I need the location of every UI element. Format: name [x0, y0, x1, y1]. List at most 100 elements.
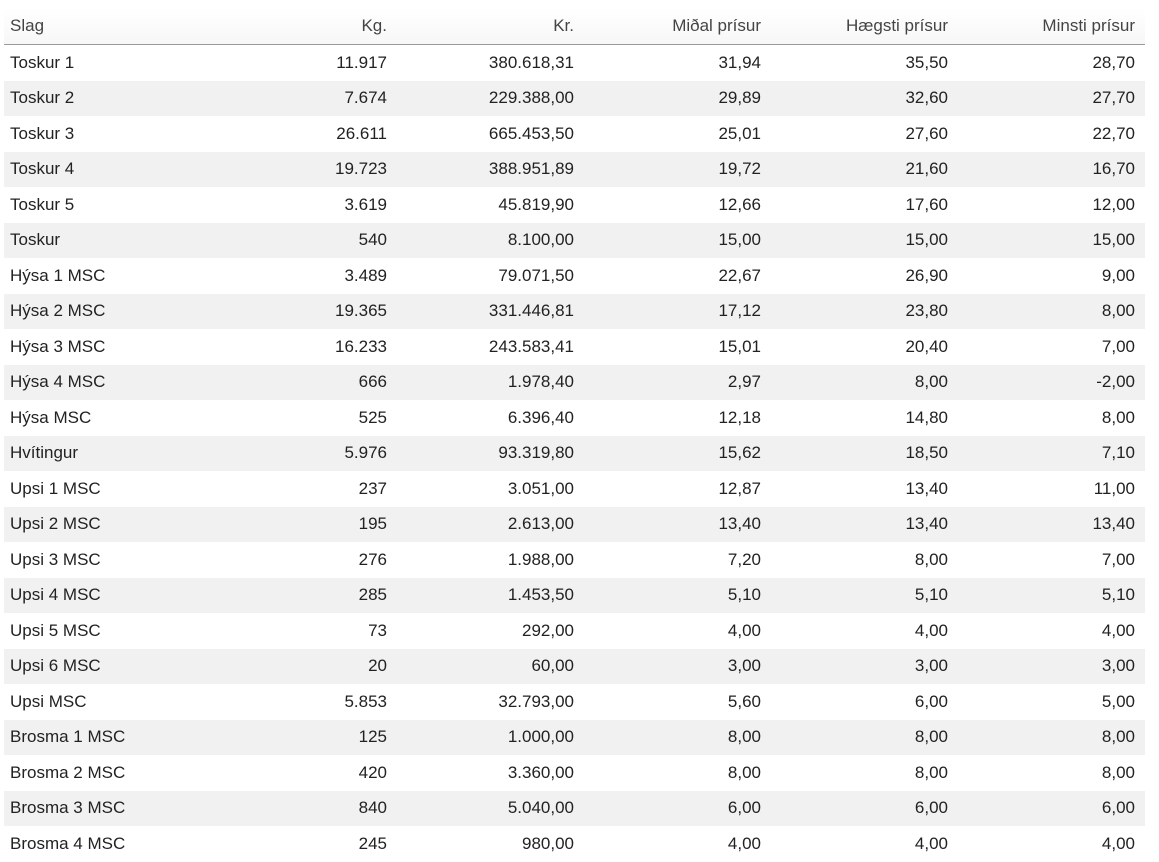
column-header-min-price[interactable]: Minsti prísur	[958, 8, 1145, 45]
cell-kg: 276	[358, 549, 387, 569]
table-row[interactable]: Upsi 6 MSC 20 60,00 3,00 3,00 3,00	[4, 648, 1145, 684]
table-row[interactable]: Toskur 540 8.100,00 15,00 15,00 15,00	[4, 222, 1145, 258]
cell-kr: 665.453,50	[488, 123, 574, 143]
table-row[interactable]: Toskur 2 7.674 229.388,00 29,89 32,60 27,70	[4, 80, 1145, 116]
cell-max-price: 8,00	[771, 719, 958, 755]
table-row[interactable]: Upsi MSC 5.853 32.793,00 5,60 6,00 5,00	[4, 684, 1145, 720]
cell-kg: 3.619	[344, 194, 387, 214]
cell-kg: 19.723	[210, 151, 397, 187]
cell-max-price: 6,00	[914, 691, 948, 711]
cell-kg: 16.233	[335, 336, 387, 356]
cell-kr: 5.040,00	[397, 790, 584, 826]
cell-kg: 20	[210, 648, 397, 684]
cell-kg: 666	[210, 364, 397, 400]
cell-kr: 2.613,00	[397, 506, 584, 542]
table-row[interactable]: Hýsa MSC 525 6.396,40 12,18 14,80 8,00	[4, 400, 1145, 436]
cell-min-price: 8,00	[958, 719, 1145, 755]
table-row[interactable]: Hýsa 3 MSC 16.233 243.583,41 15,01 20,40 7,00	[4, 329, 1145, 365]
table-row[interactable]: Upsi 5 MSC 73 292,00 4,00 4,00 4,00	[4, 613, 1145, 649]
cell-avg-price: 5,10	[584, 577, 771, 613]
column-header-slag[interactable]: Slag	[4, 8, 210, 45]
cell-slag: Hýsa 1 MSC	[10, 265, 106, 285]
cell-max-price: 35,50	[905, 52, 948, 72]
table-row[interactable]: Brosma 1 MSC 125 1.000,00 8,00 8,00 8,00	[4, 719, 1145, 755]
cell-avg-price: 12,18	[718, 407, 761, 427]
table-row[interactable]: Toskur 3 26.611 665.453,50 25,01 27,60 22,70	[4, 116, 1145, 152]
table-row[interactable]: Brosma 3 MSC 840 5.040,00 6,00 6,00 6,00	[4, 790, 1145, 826]
cell-avg-price: 12,66	[718, 194, 761, 214]
cell-min-price: 8,00	[958, 293, 1145, 329]
cell-slag: Toskur 2	[4, 80, 210, 116]
cell-min-price: 9,00	[1101, 265, 1135, 285]
table-row[interactable]: Hvítingur 5.976 93.319,80 15,62 18,50 7,10	[4, 435, 1145, 471]
cell-min-price: 15,00	[958, 222, 1145, 258]
cell-avg-price: 17,12	[584, 293, 771, 329]
table-row[interactable]: Toskur 1 11.917 380.618,31 31,94 35,50 28,70	[4, 45, 1145, 81]
cell-kr: 1.988,00	[507, 549, 574, 569]
cell-min-price: 28,70	[1092, 52, 1135, 72]
cell-min-price: 12,00	[1092, 194, 1135, 214]
cell-avg-price: 15,62	[584, 435, 771, 471]
cell-kr: 3.360,00	[507, 762, 574, 782]
column-header-avg-price[interactable]: Miðal prísur	[584, 8, 771, 45]
cell-slag: Hvítingur	[4, 435, 210, 471]
cell-max-price: 4,00	[914, 620, 948, 640]
table-row[interactable]: Brosma 2 MSC 420 3.360,00 8,00 8,00 8,00	[4, 755, 1145, 791]
cell-avg-price: 29,89	[584, 80, 771, 116]
cell-kg: 237	[358, 478, 387, 498]
cell-avg-price: 6,00	[584, 790, 771, 826]
cell-slag: Toskur	[4, 222, 210, 258]
table-row[interactable]: Brosma 4 MSC 245 980,00 4,00 4,00 4,00	[4, 826, 1145, 862]
cell-avg-price: 15,01	[718, 336, 761, 356]
cell-kg: 245	[358, 833, 387, 853]
column-header-max-price[interactable]: Hægsti prísur	[771, 8, 958, 45]
cell-kr: 388.951,89	[397, 151, 584, 187]
cell-slag: Upsi 4 MSC	[4, 577, 210, 613]
cell-min-price: 11,00	[1093, 478, 1135, 498]
cell-max-price: 13,40	[905, 478, 948, 498]
cell-min-price: 6,00	[958, 790, 1145, 826]
cell-min-price: 4,00	[1101, 620, 1135, 640]
table-row[interactable]: Upsi 3 MSC 276 1.988,00 7,20 8,00 7,00	[4, 542, 1145, 578]
cell-max-price: 3,00	[771, 648, 958, 684]
cell-max-price: 8,00	[914, 549, 948, 569]
cell-kr: 79.071,50	[498, 265, 574, 285]
cell-kr: 292,00	[522, 620, 574, 640]
cell-max-price: 20,40	[905, 336, 948, 356]
cell-avg-price: 7,20	[727, 549, 761, 569]
cell-kg: 5.976	[210, 435, 397, 471]
table-row[interactable]: Hýsa 4 MSC 666 1.978,40 2,97 8,00 -2,00	[4, 364, 1145, 400]
cell-slag: Hýsa 2 MSC	[4, 293, 210, 329]
table-row[interactable]: Upsi 2 MSC 195 2.613,00 13,40 13,40 13,40	[4, 506, 1145, 542]
table-body: Toskur 1 11.917 380.618,31 31,94 35,50 28,70 T…	[4, 45, 1145, 862]
cell-max-price: 26,90	[905, 265, 948, 285]
column-header-kg[interactable]: Kg.	[210, 8, 397, 45]
table-row[interactable]: Upsi 1 MSC 237 3.051,00 12,87 13,40 11,00	[4, 471, 1145, 507]
table-row[interactable]: Toskur 5 3.619 45.819,90 12,66 17,60 12,00	[4, 187, 1145, 223]
cell-slag: Hýsa 3 MSC	[10, 336, 106, 356]
column-header-kr[interactable]: Kr.	[397, 8, 584, 45]
cell-slag: Brosma 4 MSC	[10, 833, 126, 853]
cell-avg-price: 31,94	[718, 52, 761, 72]
cell-slag: Brosma 1 MSC	[4, 719, 210, 755]
cell-max-price: 14,80	[905, 407, 948, 427]
cell-slag: Upsi MSC	[10, 691, 87, 711]
cell-kg: 840	[210, 790, 397, 826]
cell-min-price: 22,70	[1092, 123, 1135, 143]
cell-kr: 32.793,00	[498, 691, 574, 711]
cell-slag: Toskur 3	[10, 123, 75, 143]
table-row[interactable]: Toskur 4 19.723 388.951,89 19,72 21,60 16,70	[4, 151, 1145, 187]
cell-slag: Toskur 5	[10, 194, 75, 214]
cell-min-price: 7,00	[1101, 336, 1135, 356]
cell-slag: Toskur 1	[10, 52, 75, 72]
cell-kg: 525	[358, 407, 387, 427]
cell-min-price: 5,10	[958, 577, 1145, 613]
cell-avg-price: 4,00	[727, 833, 761, 853]
table-row[interactable]: Upsi 4 MSC 285 1.453,50 5,10 5,10 5,10	[4, 577, 1145, 613]
cell-avg-price: 4,00	[727, 620, 761, 640]
table-row[interactable]: Hýsa 2 MSC 19.365 331.446,81 17,12 23,80 8,00	[4, 293, 1145, 329]
table-row[interactable]: Hýsa 1 MSC 3.489 79.071,50 22,67 26,90 9,00	[4, 258, 1145, 294]
cell-kg: 195	[210, 506, 397, 542]
cell-slag: Brosma 2 MSC	[10, 762, 126, 782]
cell-avg-price: 5,60	[727, 691, 761, 711]
